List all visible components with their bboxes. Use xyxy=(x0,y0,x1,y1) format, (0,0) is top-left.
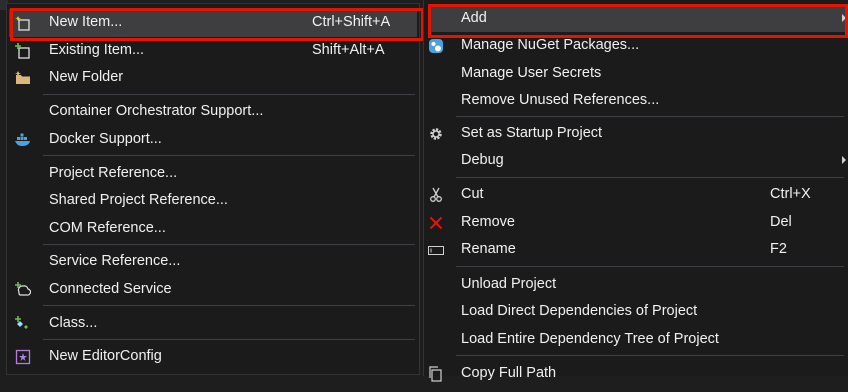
menu-item-label: Rename xyxy=(461,241,516,257)
close-icon xyxy=(428,214,444,230)
project-context-menu: Add Manage NuGet Packages... Manage User… xyxy=(423,0,848,382)
menu-item-load-direct-dependencies[interactable]: Load Direct Dependencies of Project xyxy=(424,298,848,325)
menu-item-remove-unused-references[interactable]: Remove Unused References... xyxy=(424,87,848,114)
menu-item-label: New EditorConfig xyxy=(49,348,162,364)
menu-item-label: Load Direct Dependencies of Project xyxy=(461,303,698,319)
menu-item-label: Existing Item... xyxy=(49,42,145,58)
menu-item-cut[interactable]: Cut Ctrl+X xyxy=(424,181,848,208)
separator xyxy=(43,305,415,306)
menu-item-label: Load Entire Dependency Tree of Project xyxy=(461,331,719,347)
separator xyxy=(43,155,415,156)
menu-item-rename[interactable]: Rename F2 xyxy=(424,236,848,263)
menu-item-container-orchestrator[interactable]: Container Orchestrator Support... xyxy=(7,98,419,125)
separator xyxy=(456,355,844,356)
menu-item-label: New Folder xyxy=(49,69,124,85)
new-item-highlight xyxy=(10,8,424,41)
menu-item-unload-project[interactable]: Unload Project xyxy=(424,271,848,298)
docker-icon xyxy=(15,131,31,147)
menu-item-label: Remove Unused References... xyxy=(461,92,660,108)
menu-item-existing-item[interactable]: Existing Item... Shift+Alt+A xyxy=(7,37,419,64)
menu-item-project-reference[interactable]: Project Reference... xyxy=(7,160,419,187)
menu-item-label: Copy Full Path xyxy=(461,365,557,381)
separator xyxy=(43,339,415,340)
class-icon xyxy=(15,315,31,331)
menu-item-label: Connected Service xyxy=(49,281,172,297)
menu-item-load-dependency-tree[interactable]: Load Entire Dependency Tree of Project xyxy=(424,326,848,353)
menu-item-manage-user-secrets[interactable]: Manage User Secrets xyxy=(424,60,848,87)
add-submenu: New Item... Ctrl+Shift+A Existing Item..… xyxy=(6,3,424,375)
menu-item-shortcut: F2 xyxy=(770,241,787,257)
menu-item-com-reference[interactable]: COM Reference... xyxy=(7,215,419,242)
separator xyxy=(43,244,415,245)
scissors-icon xyxy=(428,186,444,202)
menu-item-label: Manage User Secrets xyxy=(461,65,602,81)
chevron-right-icon xyxy=(842,156,846,164)
menu-item-service-reference[interactable]: Service Reference... xyxy=(7,248,419,275)
separator xyxy=(456,177,844,178)
separator xyxy=(43,94,415,95)
menu-item-connected-service[interactable]: Connected Service xyxy=(7,276,419,303)
menu-item-shortcut: Ctrl+X xyxy=(770,186,811,202)
add-highlight xyxy=(428,4,848,38)
menu-item-label: Unload Project xyxy=(461,276,557,292)
menu-item-debug[interactable]: Debug xyxy=(424,147,848,174)
rename-icon xyxy=(428,241,444,257)
menu-item-label: Container Orchestrator Support... xyxy=(49,103,264,119)
menu-item-label: Docker Support... xyxy=(49,131,162,147)
nuget-icon xyxy=(428,37,444,53)
menu-item-label: Cut xyxy=(461,186,484,202)
menu-item-label: Set as Startup Project xyxy=(461,125,603,141)
menu-item-label: Remove xyxy=(461,214,515,230)
menu-item-new-folder[interactable]: New Folder xyxy=(7,64,419,91)
menu-item-new-editorconfig[interactable]: New EditorConfig xyxy=(7,343,419,370)
menu-item-docker-support[interactable]: Docker Support... xyxy=(7,126,419,153)
menu-item-label: Project Reference... xyxy=(49,165,178,181)
separator xyxy=(456,266,844,267)
menu-item-shared-project-reference[interactable]: Shared Project Reference... xyxy=(7,187,419,214)
menu-item-copy-full-path[interactable]: Copy Full Path xyxy=(424,360,848,387)
folder-icon xyxy=(15,69,31,85)
menu-item-set-startup-project[interactable]: Set as Startup Project xyxy=(424,120,848,147)
menu-item-label: COM Reference... xyxy=(49,220,166,236)
connected-service-icon xyxy=(15,281,32,297)
menu-item-label: Shared Project Reference... xyxy=(49,192,228,208)
gear-icon xyxy=(428,125,444,141)
menu-item-label: Class... xyxy=(49,315,98,331)
existing-item-icon xyxy=(15,42,31,59)
menu-item-label: Debug xyxy=(461,152,504,168)
menu-item-shortcut: Shift+Alt+A xyxy=(312,42,385,58)
menu-item-class[interactable]: Class... xyxy=(7,310,419,337)
menu-item-remove[interactable]: Remove Del xyxy=(424,209,848,236)
menu-item-label: Service Reference... xyxy=(49,253,181,269)
editorconfig-icon xyxy=(15,348,31,365)
separator xyxy=(456,116,844,117)
copy-icon xyxy=(428,365,444,382)
menu-item-shortcut: Del xyxy=(770,214,792,230)
